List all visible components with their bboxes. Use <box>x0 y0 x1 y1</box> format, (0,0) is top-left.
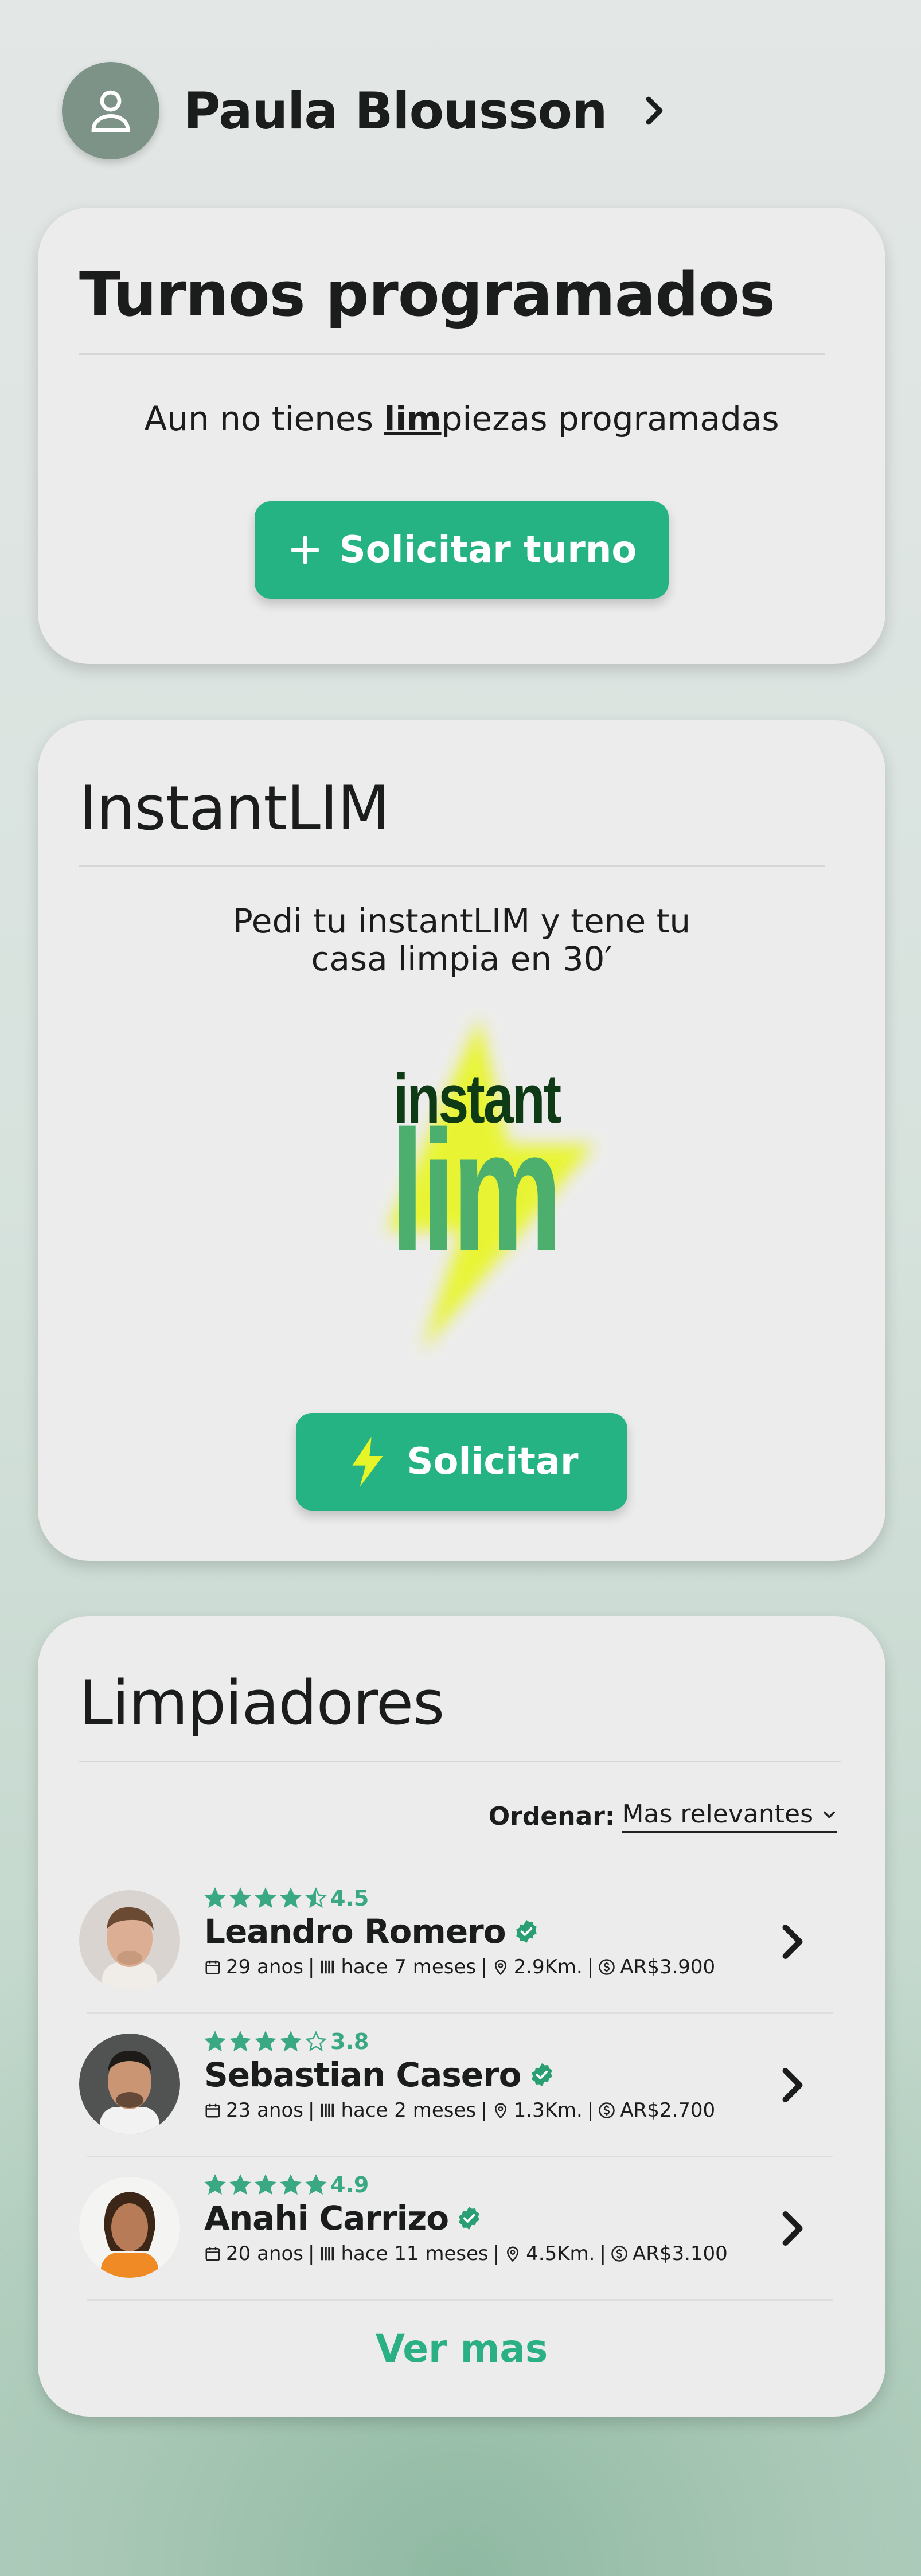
scheduled-turns-card: Turnos programados Aun no tienes limpiez… <box>38 208 885 664</box>
star-full-icon <box>229 2174 251 2195</box>
cleaner-row[interactable]: 3.8 Sebastian Casero 23 anos | hace 2 mes… <box>79 2014 833 2157</box>
cleaner-avatar <box>79 2177 180 2278</box>
chevron-down-icon <box>824 1811 835 1818</box>
chevron-right-icon <box>782 2211 803 2246</box>
divider <box>79 865 825 867</box>
star-half-icon <box>305 1887 327 1908</box>
cleaner-meta: 20 anos | hace 11 meses | 4.5Km. | AR$3.100 <box>204 2242 728 2265</box>
location-pin-icon <box>494 1960 506 1976</box>
star-full-icon <box>255 2174 276 2195</box>
cleaner-name: Leandro Romero <box>204 1912 539 1951</box>
user-name: Paula Blousson <box>184 81 608 140</box>
star-full-icon <box>280 2174 302 2195</box>
lightning-icon <box>352 1437 384 1487</box>
cleaner-avatar <box>79 2034 180 2134</box>
divider <box>87 2299 833 2301</box>
request-turn-label: Solicitar turno <box>339 529 637 571</box>
chevron-right-icon <box>782 1925 803 1959</box>
calendar-icon <box>205 2247 220 2261</box>
instantlim-description-line1: Pedi tu instantLIM y tene tu <box>232 901 691 940</box>
divider <box>79 353 825 355</box>
calendar-icon <box>205 2103 220 2118</box>
currency-icon <box>611 2246 627 2262</box>
request-turn-button[interactable]: Solicitar turno <box>255 501 669 599</box>
brand-lim: lim <box>384 399 442 438</box>
currency-icon <box>599 1959 615 1975</box>
user-icon <box>62 62 159 159</box>
star-full-icon <box>229 1887 251 1908</box>
star-full-icon <box>204 1887 226 1908</box>
lim-brand-icon <box>321 1960 334 1974</box>
rating: 3.8 <box>204 2029 369 2054</box>
rating: 4.5 <box>204 1886 369 1911</box>
rating-stars <box>204 2031 327 2052</box>
verified-icon <box>459 2206 479 2230</box>
empty-state-text: Aun no tienes limpiezas programadas <box>144 399 779 438</box>
chevron-right-icon <box>646 96 662 125</box>
scheduled-turns-title: Turnos programados <box>79 259 775 330</box>
lim-brand-icon <box>321 2247 334 2261</box>
instant-request-label: Solicitar <box>407 1441 579 1483</box>
calendar-icon <box>205 1960 220 1974</box>
rating-value: 3.8 <box>330 2029 369 2054</box>
sort-value: Mas relevantes <box>622 1800 813 1829</box>
cleaner-meta: 23 anos | hace 2 meses | 1.3Km. | AR$2.700 <box>204 2099 715 2122</box>
instantlim-title: InstantLIM <box>79 773 390 844</box>
logo-text-lim: lim <box>390 1094 563 1287</box>
cleaner-name: Sebastian Casero <box>204 2055 555 2094</box>
rating-value: 4.9 <box>330 2172 369 2198</box>
verified-icon <box>531 2063 552 2087</box>
see-more-link[interactable]: Ver mas <box>38 2327 885 2371</box>
star-empty-icon <box>305 2031 327 2052</box>
cleaner-name: Anahi Carrizo <box>204 2199 482 2238</box>
cleaner-avatar <box>79 1890 180 1991</box>
profile-header[interactable]: Paula Blousson <box>62 62 672 159</box>
instantlim-card: InstantLIM Pedi tu instantLIM y tene tu … <box>38 720 885 1561</box>
instantlim-logo: instant lim <box>325 1007 646 1363</box>
cleaner-meta: 29 anos | hace 7 meses | 2.9Km. | AR$3.900 <box>204 1956 715 1978</box>
divider <box>79 1761 841 1762</box>
instantlim-description-line2: casa limpia en 30′ <box>311 939 612 978</box>
star-full-icon <box>204 2031 226 2052</box>
rating: 4.9 <box>204 2172 369 2198</box>
sort-control[interactable]: Ordenar: Mas relevantes <box>489 1800 837 1833</box>
star-full-icon <box>280 1887 302 1908</box>
instant-request-button[interactable]: Solicitar <box>296 1413 627 1511</box>
sort-select[interactable]: Mas relevantes <box>622 1800 837 1833</box>
star-full-icon <box>229 2031 251 2052</box>
cleaner-row[interactable]: 4.5 Leandro Romero 29 anos | hace 7 meses… <box>79 1871 833 2014</box>
star-full-icon <box>255 2031 276 2052</box>
cleaners-card: Limpiadores Ordenar: Mas relevantes 4.5 … <box>38 1616 885 2417</box>
chevron-right-icon <box>782 2068 803 2102</box>
lim-brand-icon <box>321 2103 334 2117</box>
plus-icon <box>290 536 319 564</box>
rating-stars <box>204 1887 327 1909</box>
currency-icon <box>599 2102 615 2118</box>
star-full-icon <box>305 2174 327 2195</box>
cleaner-row[interactable]: 4.9 Anahi Carrizo 20 anos | hace 11 meses… <box>79 2157 833 2301</box>
star-full-icon <box>255 1887 276 1908</box>
rating-value: 4.5 <box>330 1886 369 1911</box>
sort-label: Ordenar: <box>488 1801 615 1831</box>
rating-stars <box>204 2174 327 2196</box>
star-full-icon <box>204 2174 226 2195</box>
location-pin-icon <box>507 2246 519 2262</box>
verified-icon <box>516 1919 537 1943</box>
location-pin-icon <box>494 2103 506 2119</box>
star-full-icon <box>280 2031 302 2052</box>
cleaners-title: Limpiadores <box>79 1668 444 1738</box>
